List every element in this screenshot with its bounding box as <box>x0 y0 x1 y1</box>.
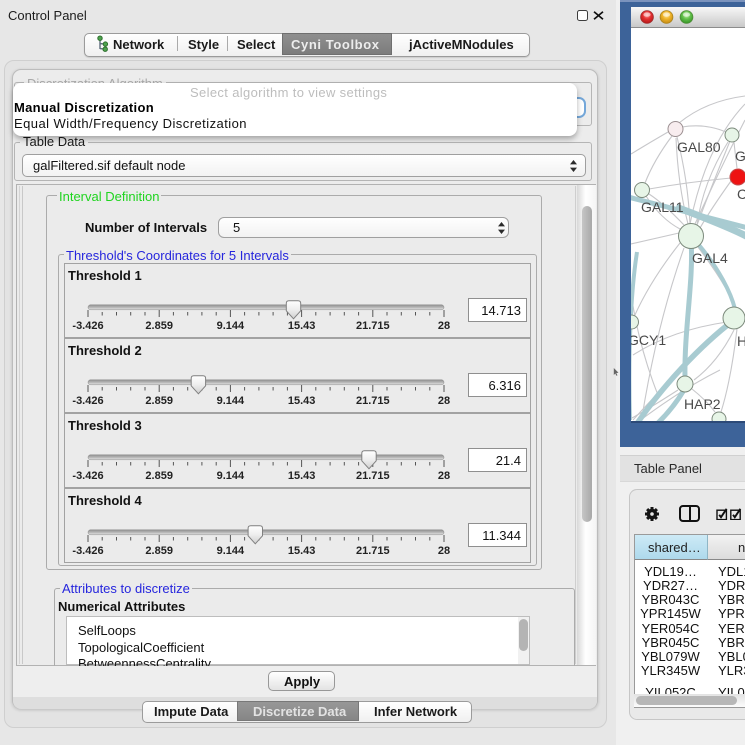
svg-text:GAL80: GAL80 <box>677 139 721 155</box>
svg-text:21.715: 21.715 <box>356 545 390 557</box>
svg-text:28: 28 <box>438 395 450 407</box>
svg-text:21.715: 21.715 <box>356 395 390 407</box>
svg-text:GCY1: GCY1 <box>631 332 666 348</box>
svg-text:H: H <box>737 333 745 349</box>
svg-text:21.715: 21.715 <box>356 320 390 332</box>
svg-text:2.859: 2.859 <box>145 395 173 407</box>
svg-text:15.43: 15.43 <box>288 320 316 332</box>
svg-text:C: C <box>737 186 745 202</box>
svg-text:-3.426: -3.426 <box>72 395 103 407</box>
svg-text:GA: GA <box>735 148 745 164</box>
svg-text:HAP2: HAP2 <box>684 396 721 412</box>
svg-text:-3.426: -3.426 <box>72 545 103 557</box>
svg-text:15.43: 15.43 <box>288 545 316 557</box>
svg-text:28: 28 <box>438 320 450 332</box>
svg-text:21.715: 21.715 <box>356 470 390 482</box>
svg-text:9.144: 9.144 <box>217 320 245 332</box>
svg-text:15.43: 15.43 <box>288 470 316 482</box>
svg-text:GAL11: GAL11 <box>641 199 684 215</box>
svg-text:28: 28 <box>438 545 450 557</box>
svg-text:15.43: 15.43 <box>288 395 316 407</box>
svg-text:9.144: 9.144 <box>217 470 245 482</box>
svg-text:GAL4: GAL4 <box>692 250 728 266</box>
svg-text:-3.426: -3.426 <box>72 470 103 482</box>
svg-text:28: 28 <box>438 470 450 482</box>
svg-text:9.144: 9.144 <box>217 395 245 407</box>
svg-text:2.859: 2.859 <box>145 470 173 482</box>
svg-text:2.859: 2.859 <box>145 545 173 557</box>
svg-text:9.144: 9.144 <box>217 545 245 557</box>
svg-text:2.859: 2.859 <box>145 320 173 332</box>
svg-text:-3.426: -3.426 <box>72 320 103 332</box>
